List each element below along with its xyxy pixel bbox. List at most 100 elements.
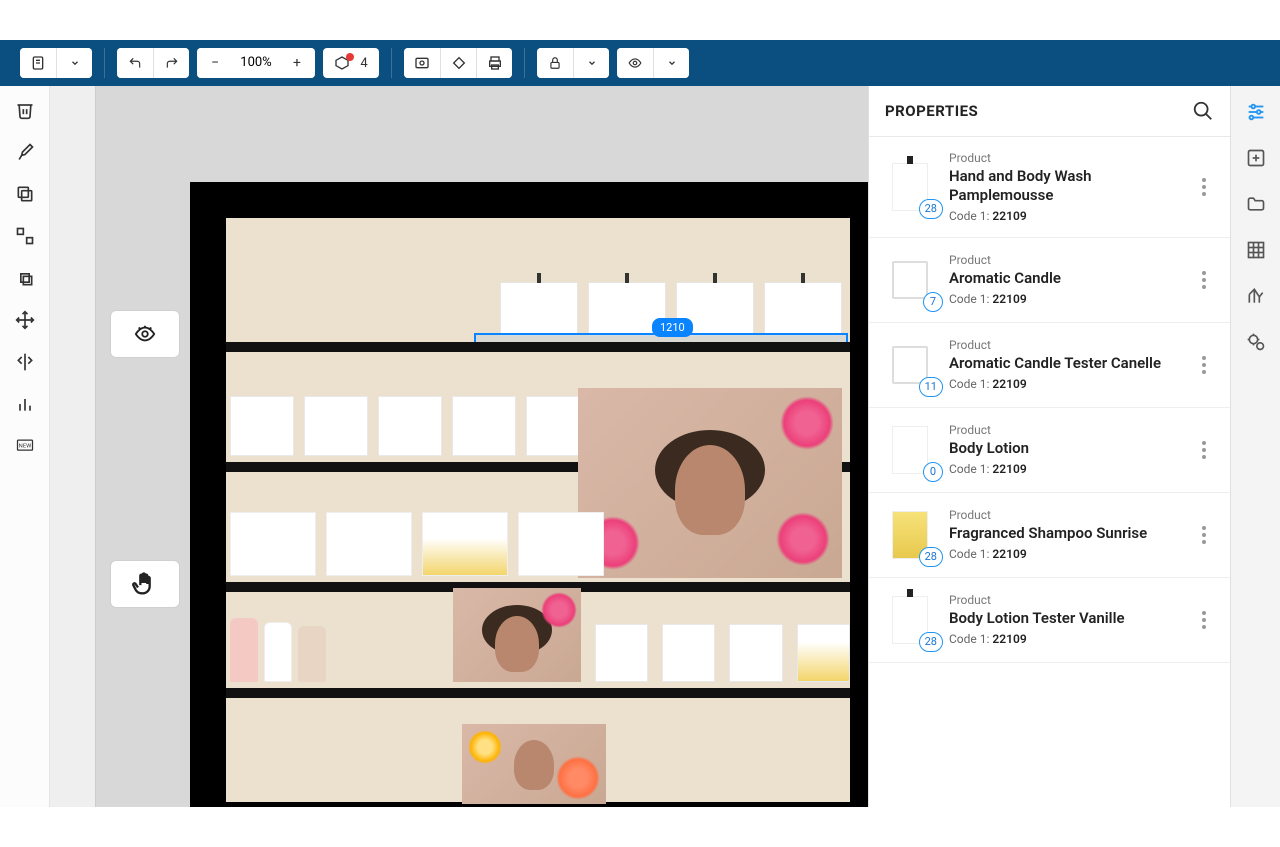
shelf-product[interactable] bbox=[797, 624, 850, 682]
product-thumb: 7 bbox=[885, 252, 935, 308]
ungroup-icon[interactable] bbox=[13, 224, 37, 248]
align-icon[interactable] bbox=[13, 350, 37, 374]
shelf-product[interactable] bbox=[378, 396, 442, 456]
count-badge: 7 bbox=[923, 292, 943, 312]
count-badge: 28 bbox=[919, 547, 943, 567]
product-code: Code 1: 22109 bbox=[949, 632, 1180, 646]
undo-button[interactable] bbox=[117, 48, 153, 78]
count-badge: 11 bbox=[919, 377, 943, 397]
brush-icon[interactable] bbox=[13, 140, 37, 164]
product-row[interactable]: 11 Product Aromatic Candle Tester Canelle C… bbox=[869, 323, 1230, 408]
lock-button[interactable] bbox=[537, 48, 573, 78]
visibility-dropdown[interactable] bbox=[653, 48, 689, 78]
document-menu-button[interactable] bbox=[20, 48, 56, 78]
filters-icon[interactable] bbox=[1244, 100, 1268, 124]
shelf-product[interactable] bbox=[729, 624, 782, 682]
product-row[interactable]: 28 Product Hand and Body Wash Pamplemousse… bbox=[869, 137, 1230, 238]
product-type: Product bbox=[949, 338, 1180, 352]
new-comment-icon[interactable]: NEW bbox=[13, 434, 37, 458]
shelf-product[interactable] bbox=[764, 282, 842, 336]
capture-button[interactable] bbox=[404, 48, 440, 78]
cart-button[interactable]: 4 bbox=[323, 48, 379, 78]
more-icon[interactable] bbox=[1194, 356, 1214, 374]
move-icon[interactable] bbox=[13, 308, 37, 332]
product-type: Product bbox=[949, 151, 1180, 165]
pan-mode-button[interactable] bbox=[110, 560, 180, 608]
shelf-product[interactable] bbox=[452, 396, 516, 456]
product-thumb: 28 bbox=[885, 159, 935, 215]
product-code: Code 1: 22109 bbox=[949, 209, 1180, 223]
panel-title: PROPERTIES bbox=[885, 102, 978, 120]
shelf-product[interactable] bbox=[304, 396, 368, 456]
zoom-value: 100% bbox=[233, 48, 279, 78]
product-name: Aromatic Candle bbox=[949, 269, 1180, 288]
product-row[interactable]: 28 Product Body Lotion Tester Vanille Code … bbox=[869, 578, 1230, 663]
more-icon[interactable] bbox=[1194, 611, 1214, 629]
folder-icon[interactable] bbox=[1244, 192, 1268, 216]
lock-dropdown[interactable] bbox=[573, 48, 609, 78]
copy-icon[interactable] bbox=[13, 182, 37, 206]
properties-panel: PROPERTIES 28 Product Hand and Body Wash P… bbox=[868, 86, 1230, 807]
add-panel-icon[interactable] bbox=[1244, 146, 1268, 170]
settings-icon[interactable] bbox=[1244, 330, 1268, 354]
count-badge: 28 bbox=[919, 199, 943, 219]
product-type: Product bbox=[949, 508, 1180, 522]
product-code: Code 1: 22109 bbox=[949, 547, 1180, 561]
more-icon[interactable] bbox=[1194, 178, 1214, 196]
left-toolbar: NEW bbox=[0, 86, 50, 807]
lifestyle-image[interactable] bbox=[462, 724, 606, 804]
more-icon[interactable] bbox=[1194, 271, 1214, 289]
redo-button[interactable] bbox=[153, 48, 189, 78]
cart-count: 4 bbox=[360, 56, 367, 71]
search-icon[interactable] bbox=[1192, 100, 1214, 122]
product-thumb: 28 bbox=[885, 507, 935, 563]
visibility-button[interactable] bbox=[617, 48, 653, 78]
product-code: Code 1: 22109 bbox=[949, 462, 1180, 476]
product-name: Body Lotion Tester Vanille bbox=[949, 609, 1180, 628]
top-toolbar: − 100% + 4 bbox=[0, 40, 1280, 86]
trash-icon[interactable] bbox=[13, 98, 37, 122]
vertical-ruler bbox=[50, 86, 96, 807]
shelf-product[interactable] bbox=[422, 512, 508, 576]
count-badge: 28 bbox=[919, 632, 943, 652]
shelf-product[interactable] bbox=[230, 396, 294, 456]
tag-button[interactable] bbox=[440, 48, 476, 78]
shelf-product[interactable] bbox=[230, 512, 316, 576]
product-name: Fragranced Shampoo Sunrise bbox=[949, 524, 1180, 543]
chart-icon[interactable] bbox=[13, 392, 37, 416]
more-icon[interactable] bbox=[1194, 441, 1214, 459]
product-type: Product bbox=[949, 253, 1180, 267]
shelf-product[interactable] bbox=[518, 512, 604, 576]
product-thumb: 11 bbox=[885, 337, 935, 393]
product-type: Product bbox=[949, 593, 1180, 607]
grid-icon[interactable] bbox=[1244, 238, 1268, 262]
product-name: Aromatic Candle Tester Canelle bbox=[949, 354, 1180, 373]
document-dropdown[interactable] bbox=[56, 48, 92, 78]
product-thumb: 28 bbox=[885, 592, 935, 648]
print-button[interactable] bbox=[476, 48, 512, 78]
right-rail bbox=[1230, 86, 1280, 807]
analytics-icon[interactable] bbox=[1244, 284, 1268, 308]
product-name: Hand and Body Wash Pamplemousse bbox=[949, 167, 1180, 205]
product-thumb: 0 bbox=[885, 422, 935, 478]
product-name: Body Lotion bbox=[949, 439, 1180, 458]
planogram[interactable]: 1210 bbox=[190, 182, 868, 807]
product-type: Product bbox=[949, 423, 1180, 437]
product-code: Code 1: 22109 bbox=[949, 292, 1180, 306]
duplicate-icon[interactable] bbox=[13, 266, 37, 290]
count-badge: 0 bbox=[923, 462, 943, 482]
canvas[interactable]: 1210 bbox=[50, 86, 868, 807]
shelf-product[interactable] bbox=[326, 512, 412, 576]
lifestyle-image[interactable] bbox=[453, 588, 580, 682]
product-row[interactable]: 28 Product Fragranced Shampoo Sunrise Code … bbox=[869, 493, 1230, 578]
view-mode-button[interactable] bbox=[110, 310, 180, 358]
product-row[interactable]: 7 Product Aromatic Candle Code 1: 22109 bbox=[869, 238, 1230, 323]
zoom-out-button[interactable]: − bbox=[197, 48, 233, 78]
shelf-product[interactable] bbox=[500, 282, 578, 336]
shelf-product[interactable] bbox=[595, 624, 648, 682]
more-icon[interactable] bbox=[1194, 526, 1214, 544]
shelf-product[interactable] bbox=[662, 624, 715, 682]
product-code: Code 1: 22109 bbox=[949, 377, 1180, 391]
zoom-in-button[interactable]: + bbox=[279, 48, 315, 78]
product-row[interactable]: 0 Product Body Lotion Code 1: 22109 bbox=[869, 408, 1230, 493]
